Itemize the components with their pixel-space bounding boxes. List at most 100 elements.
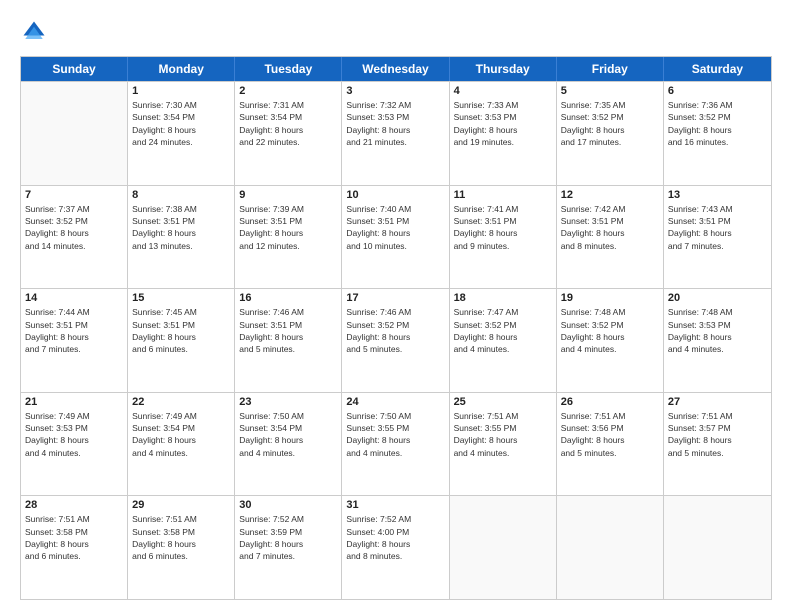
calendar-cell: 16 Sunrise: 7:46 AMSunset: 3:51 PMDayligh… [235,289,342,392]
calendar-cell: 11 Sunrise: 7:41 AMSunset: 3:51 PMDayligh… [450,186,557,289]
cell-date-number: 12 [561,189,659,201]
cell-info-text: Sunrise: 7:49 AMSunset: 3:53 PMDaylight:… [25,410,123,459]
cell-date-number: 16 [239,292,337,304]
cell-info-text: Sunrise: 7:52 AMSunset: 3:59 PMDaylight:… [239,513,337,562]
cell-info-text: Sunrise: 7:43 AMSunset: 3:51 PMDaylight:… [668,203,767,252]
calendar-cell: 4Sunrise: 7:33 AMSunset: 3:53 PMDaylight… [450,82,557,185]
cell-date-number: 28 [25,499,123,511]
calendar-cell: 25 Sunrise: 7:51 AMSunset: 3:55 PMDayligh… [450,393,557,496]
cell-info-text: Sunrise: 7:41 AMSunset: 3:51 PMDaylight:… [454,203,552,252]
cell-info-text: Sunrise: 7:51 AMSunset: 3:55 PMDaylight:… [454,410,552,459]
calendar-cell: 6Sunrise: 7:36 AMSunset: 3:52 PMDaylight… [664,82,771,185]
calendar-cell: 20Sunrise: 7:48 AMSunset: 3:53 PMDayligh… [664,289,771,392]
cell-info-text: Sunrise: 7:47 AMSunset: 3:52 PMDaylight:… [454,306,552,355]
calendar-week-row: 1Sunrise: 7:30 AMSunset: 3:54 PMDaylight… [21,81,771,185]
cell-info-text: Sunrise: 7:35 AMSunset: 3:52 PMDaylight:… [561,99,659,148]
weekday-header: Wednesday [342,57,449,81]
cell-info-text: Sunrise: 7:48 AMSunset: 3:52 PMDaylight:… [561,306,659,355]
calendar-cell: 21Sunrise: 7:49 AMSunset: 3:53 PMDayligh… [21,393,128,496]
calendar-cell [557,496,664,599]
cell-date-number: 31 [346,499,444,511]
calendar-week-row: 21Sunrise: 7:49 AMSunset: 3:53 PMDayligh… [21,392,771,496]
calendar-cell: 7 Sunrise: 7:37 AMSunset: 3:52 PMDaylight… [21,186,128,289]
cell-date-number: 3 [346,85,444,97]
cell-info-text: Sunrise: 7:52 AMSunset: 4:00 PMDaylight:… [346,513,444,562]
calendar-week-row: 14 Sunrise: 7:44 AMSunset: 3:51 PMDayligh… [21,288,771,392]
page: SundayMondayTuesdayWednesdayThursdayFrid… [0,0,792,612]
calendar-week-row: 7 Sunrise: 7:37 AMSunset: 3:52 PMDaylight… [21,185,771,289]
logo [20,18,52,46]
calendar-cell: 19 Sunrise: 7:48 AMSunset: 3:52 PMDayligh… [557,289,664,392]
calendar-cell: 26Sunrise: 7:51 AMSunset: 3:56 PMDayligh… [557,393,664,496]
calendar-cell [664,496,771,599]
cell-date-number: 25 [454,396,552,408]
cell-date-number: 5 [561,85,659,97]
weekday-header: Monday [128,57,235,81]
cell-date-number: 19 [561,292,659,304]
cell-info-text: Sunrise: 7:50 AMSunset: 3:54 PMDaylight:… [239,410,337,459]
cell-info-text: Sunrise: 7:51 AMSunset: 3:58 PMDaylight:… [132,513,230,562]
calendar-cell: 12 Sunrise: 7:42 AMSunset: 3:51 PMDayligh… [557,186,664,289]
calendar-cell: 10 Sunrise: 7:40 AMSunset: 3:51 PMDayligh… [342,186,449,289]
cell-info-text: Sunrise: 7:50 AMSunset: 3:55 PMDaylight:… [346,410,444,459]
cell-info-text: Sunrise: 7:51 AMSunset: 3:58 PMDaylight:… [25,513,123,562]
weekday-header: Tuesday [235,57,342,81]
cell-date-number: 15 [132,292,230,304]
cell-date-number: 17 [346,292,444,304]
weekday-header: Sunday [21,57,128,81]
logo-icon [20,18,48,46]
cell-date-number: 10 [346,189,444,201]
cell-info-text: Sunrise: 7:31 AMSunset: 3:54 PMDaylight:… [239,99,337,148]
calendar-cell: 5 Sunrise: 7:35 AMSunset: 3:52 PMDaylight… [557,82,664,185]
calendar-cell: 29 Sunrise: 7:51 AMSunset: 3:58 PMDayligh… [128,496,235,599]
calendar-cell: 2 Sunrise: 7:31 AMSunset: 3:54 PMDaylight… [235,82,342,185]
cell-info-text: Sunrise: 7:51 AMSunset: 3:57 PMDaylight:… [668,410,767,459]
calendar-cell [450,496,557,599]
calendar-cell: 28 Sunrise: 7:51 AMSunset: 3:58 PMDayligh… [21,496,128,599]
cell-info-text: Sunrise: 7:51 AMSunset: 3:56 PMDaylight:… [561,410,659,459]
calendar-body: 1Sunrise: 7:30 AMSunset: 3:54 PMDaylight… [21,81,771,599]
cell-date-number: 4 [454,85,552,97]
cell-info-text: Sunrise: 7:48 AMSunset: 3:53 PMDaylight:… [668,306,767,355]
calendar-cell: 14 Sunrise: 7:44 AMSunset: 3:51 PMDayligh… [21,289,128,392]
calendar-cell [21,82,128,185]
calendar-week-row: 28 Sunrise: 7:51 AMSunset: 3:58 PMDayligh… [21,495,771,599]
calendar-header: SundayMondayTuesdayWednesdayThursdayFrid… [21,57,771,81]
calendar-cell: 13Sunrise: 7:43 AMSunset: 3:51 PMDayligh… [664,186,771,289]
cell-info-text: Sunrise: 7:38 AMSunset: 3:51 PMDaylight:… [132,203,230,252]
cell-info-text: Sunrise: 7:49 AMSunset: 3:54 PMDaylight:… [132,410,230,459]
cell-date-number: 29 [132,499,230,511]
cell-date-number: 9 [239,189,337,201]
cell-info-text: Sunrise: 7:39 AMSunset: 3:51 PMDaylight:… [239,203,337,252]
weekday-header: Thursday [450,57,557,81]
weekday-header: Saturday [664,57,771,81]
cell-info-text: Sunrise: 7:40 AMSunset: 3:51 PMDaylight:… [346,203,444,252]
cell-info-text: Sunrise: 7:46 AMSunset: 3:52 PMDaylight:… [346,306,444,355]
calendar-cell: 24 Sunrise: 7:50 AMSunset: 3:55 PMDayligh… [342,393,449,496]
calendar-cell: 23 Sunrise: 7:50 AMSunset: 3:54 PMDayligh… [235,393,342,496]
cell-date-number: 23 [239,396,337,408]
weekday-header: Friday [557,57,664,81]
cell-date-number: 1 [132,85,230,97]
cell-date-number: 27 [668,396,767,408]
calendar-cell: 27 Sunrise: 7:51 AMSunset: 3:57 PMDayligh… [664,393,771,496]
cell-date-number: 18 [454,292,552,304]
cell-info-text: Sunrise: 7:45 AMSunset: 3:51 PMDaylight:… [132,306,230,355]
cell-date-number: 11 [454,189,552,201]
calendar-cell: 31 Sunrise: 7:52 AMSunset: 4:00 PMDayligh… [342,496,449,599]
calendar-cell: 22 Sunrise: 7:49 AMSunset: 3:54 PMDayligh… [128,393,235,496]
cell-date-number: 2 [239,85,337,97]
header [20,18,772,46]
cell-date-number: 30 [239,499,337,511]
cell-date-number: 7 [25,189,123,201]
cell-info-text: Sunrise: 7:42 AMSunset: 3:51 PMDaylight:… [561,203,659,252]
calendar-cell: 30 Sunrise: 7:52 AMSunset: 3:59 PMDayligh… [235,496,342,599]
cell-date-number: 14 [25,292,123,304]
cell-info-text: Sunrise: 7:32 AMSunset: 3:53 PMDaylight:… [346,99,444,148]
cell-info-text: Sunrise: 7:37 AMSunset: 3:52 PMDaylight:… [25,203,123,252]
cell-info-text: Sunrise: 7:44 AMSunset: 3:51 PMDaylight:… [25,306,123,355]
cell-info-text: Sunrise: 7:46 AMSunset: 3:51 PMDaylight:… [239,306,337,355]
cell-date-number: 24 [346,396,444,408]
cell-date-number: 22 [132,396,230,408]
cell-info-text: Sunrise: 7:36 AMSunset: 3:52 PMDaylight:… [668,99,767,148]
